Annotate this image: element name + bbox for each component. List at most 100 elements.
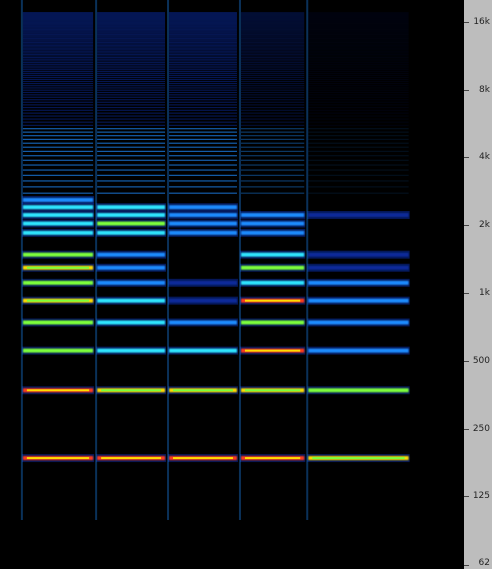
harmonic-haze-line <box>308 89 409 91</box>
harmonic-haze-line <box>308 26 409 28</box>
harmonic-haze-line <box>22 142 94 144</box>
harmonic-haze-line <box>308 43 409 45</box>
harmonic-haze-line <box>240 99 305 101</box>
harmonic-haze-line <box>97 55 166 57</box>
harmonic-haze-line <box>240 28 305 31</box>
harmonic-haze-line <box>22 35 94 37</box>
harmonic-haze-line <box>308 60 409 62</box>
harmonic-haze-line <box>22 43 94 45</box>
y-tick-mark <box>464 429 469 430</box>
harmonic-haze-line <box>308 135 409 137</box>
harmonic-band <box>97 265 166 270</box>
harmonic-haze-line <box>240 74 305 77</box>
harmonic-haze-line <box>97 35 166 37</box>
harmonic-haze-line <box>169 146 237 148</box>
harmonic-haze-line <box>22 18 94 20</box>
harmonic-haze-line <box>22 128 94 130</box>
harmonic-haze-line <box>240 192 305 194</box>
y-tick-label: 250 <box>472 424 490 434</box>
harmonic-haze-line <box>169 118 237 120</box>
y-tick-label: 8k <box>479 85 490 95</box>
harmonic-haze-line <box>240 56 305 59</box>
spectrogram-svg <box>0 0 464 569</box>
harmonic-haze-line <box>97 121 166 123</box>
harmonic-haze-line <box>22 36 94 38</box>
harmonic-haze-line <box>240 27 305 29</box>
harmonic-haze-line <box>308 36 409 38</box>
harmonic-haze-line <box>308 46 409 48</box>
harmonic-band-core <box>244 457 301 460</box>
y-tick-label: 4k <box>479 152 490 162</box>
harmonic-haze-line <box>169 69 237 71</box>
harmonic-haze-line <box>97 128 166 130</box>
harmonic-haze-line <box>97 25 166 27</box>
harmonic-haze-line <box>22 52 94 54</box>
harmonic-haze-line <box>240 169 305 171</box>
harmonic-haze-line <box>308 76 409 79</box>
harmonic-haze-line <box>308 174 409 176</box>
harmonic-band <box>22 230 94 235</box>
harmonic-haze-line <box>97 109 166 111</box>
harmonic-haze-line <box>169 87 237 89</box>
harmonic-haze-line <box>240 106 305 109</box>
harmonic-haze-line <box>22 25 94 27</box>
harmonic-haze-line <box>240 39 305 41</box>
harmonic-haze-line <box>97 56 166 59</box>
harmonic-haze-line <box>240 142 305 144</box>
harmonic-haze-line <box>22 27 94 29</box>
harmonic-haze-line <box>97 52 166 54</box>
harmonic-haze-line <box>308 82 409 85</box>
harmonic-haze-line <box>22 60 94 62</box>
harmonic-haze-line <box>240 15 305 17</box>
harmonic-haze-line <box>240 22 305 25</box>
harmonic-haze-line <box>22 37 94 40</box>
harmonic-haze-line <box>22 76 94 79</box>
harmonic-haze-line <box>169 21 237 23</box>
frequency-axis: 16k 8k 4k 2k 1k 500 250 125 62 <box>464 0 492 569</box>
harmonic-haze-line <box>240 65 305 67</box>
harmonic-haze-line <box>169 49 237 51</box>
harmonic-haze-line <box>97 99 166 101</box>
harmonic-haze-line <box>97 159 166 161</box>
harmonic-band <box>308 320 409 325</box>
harmonic-haze-line <box>97 89 166 91</box>
harmonic-haze-line <box>97 112 166 114</box>
harmonic-haze-line <box>308 24 409 26</box>
harmonic-haze-line <box>240 17 305 19</box>
harmonic-band-core <box>101 457 162 460</box>
harmonic-haze-line <box>169 72 237 75</box>
harmonic-haze-line <box>308 37 409 40</box>
harmonic-haze-line <box>22 91 94 94</box>
harmonic-haze-line <box>97 12 166 14</box>
harmonic-haze-line <box>240 60 305 62</box>
harmonic-band <box>308 213 409 218</box>
harmonic-band <box>169 213 237 218</box>
harmonic-band-core <box>26 281 90 284</box>
harmonic-haze-line <box>169 26 237 28</box>
harmonic-haze-line <box>240 46 305 48</box>
harmonic-haze-line <box>97 104 166 106</box>
harmonic-haze-line <box>22 47 94 49</box>
harmonic-haze-line <box>169 28 237 31</box>
harmonic-band <box>308 388 409 393</box>
harmonic-haze-line <box>22 106 94 109</box>
harmonic-band <box>240 213 305 218</box>
harmonic-haze-line <box>22 20 94 22</box>
harmonic-haze-line <box>22 115 94 117</box>
harmonic-haze-line <box>22 24 94 26</box>
harmonic-haze-line <box>308 72 409 75</box>
harmonic-haze-line <box>308 74 409 77</box>
harmonic-haze-line <box>22 82 94 85</box>
harmonic-haze-line <box>308 28 409 31</box>
harmonic-haze-line <box>308 19 409 21</box>
harmonic-band <box>169 205 237 210</box>
y-tick-mark <box>464 157 469 158</box>
harmonic-haze-line <box>22 96 94 98</box>
harmonic-haze-line <box>22 78 94 81</box>
harmonic-haze-line <box>169 62 237 64</box>
harmonic-haze-line <box>22 50 94 52</box>
harmonic-haze-line <box>22 22 94 25</box>
harmonic-haze-line <box>240 18 305 20</box>
harmonic-haze-line <box>169 186 237 188</box>
harmonic-haze-line <box>22 21 94 23</box>
